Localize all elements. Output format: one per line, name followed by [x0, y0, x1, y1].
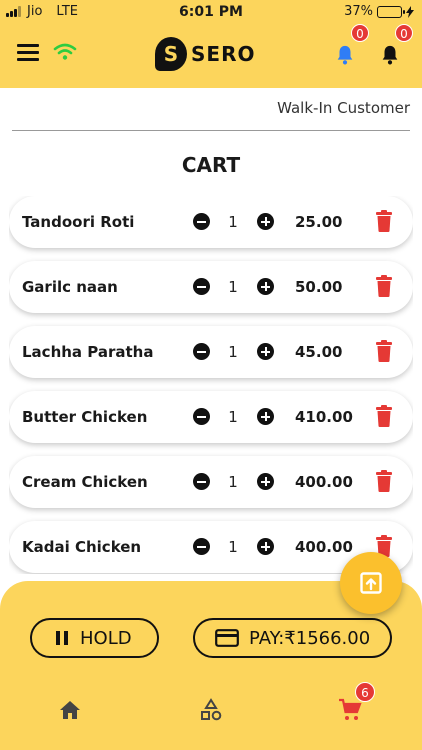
trash-icon[interactable]: [375, 275, 393, 297]
item-price: 410.00: [295, 408, 353, 426]
increase-qty-button[interactable]: [257, 473, 274, 490]
decrease-qty-button[interactable]: [193, 278, 210, 295]
hamburger-icon: [17, 44, 39, 47]
trash-icon[interactable]: [375, 340, 393, 362]
hold-button[interactable]: HOLD: [30, 618, 159, 658]
notification-badge: 0: [351, 24, 369, 42]
alerts-button[interactable]: 0: [379, 24, 413, 70]
increase-qty-button[interactable]: [257, 213, 274, 230]
home-icon[interactable]: [58, 698, 82, 722]
open-in-icon: [360, 572, 382, 594]
logo-mark: S: [155, 37, 187, 71]
trash-icon[interactable]: [375, 210, 393, 232]
cart-item: Garilc naan 1 50.00: [9, 261, 413, 313]
top-app-bar: Jio LTE 6:01 PM 37% S SERO 0 0: [0, 0, 422, 88]
cart-title: CART: [181, 153, 241, 177]
notifications-button[interactable]: 0: [334, 24, 369, 70]
item-name: Lachha Paratha: [22, 343, 154, 361]
cart-list[interactable]: Tandoori Roti 1 25.00 Garilc naan 1 50.0…: [9, 196, 413, 574]
bell-icon-blue: [337, 45, 353, 65]
item-qty: 1: [228, 278, 238, 296]
decrease-qty-button[interactable]: [193, 343, 210, 360]
charging-icon: [406, 5, 414, 18]
alert-badge: 0: [395, 24, 413, 42]
bottom-nav: 6: [0, 680, 422, 750]
item-price: 50.00: [295, 278, 343, 296]
categories-icon[interactable]: [199, 698, 223, 722]
hold-label: HOLD: [80, 627, 132, 649]
item-name: Garilc naan: [22, 278, 118, 296]
battery-percent: 37%: [344, 4, 373, 19]
cart-icon: [339, 698, 362, 720]
item-price: 400.00: [295, 473, 353, 491]
battery-icon: [377, 5, 405, 18]
logo-text: SERO: [191, 42, 256, 66]
pause-icon: [56, 631, 68, 645]
cart-item: Tandoori Roti 1 25.00: [9, 196, 413, 248]
item-qty: 1: [228, 343, 238, 361]
decrease-qty-button[interactable]: [193, 473, 210, 490]
decrease-qty-button[interactable]: [193, 538, 210, 555]
cart-nav-button[interactable]: 6: [338, 682, 375, 724]
pay-button[interactable]: PAY:₹1566.00: [193, 618, 392, 658]
increase-qty-button[interactable]: [257, 538, 274, 555]
menu-button[interactable]: [17, 44, 39, 62]
item-qty: 1: [228, 538, 238, 556]
cart-item: Cream Chicken 1 400.00: [9, 456, 413, 508]
item-qty: 1: [228, 473, 238, 491]
increase-qty-button[interactable]: [257, 343, 274, 360]
decrease-qty-button[interactable]: [193, 213, 210, 230]
open-drawer-fab[interactable]: [340, 552, 402, 614]
status-bar: Jio LTE 6:01 PM 37%: [0, 0, 422, 24]
item-price: 400.00: [295, 538, 353, 556]
wifi-icon: [53, 43, 77, 60]
item-name: Cream Chicken: [22, 473, 148, 491]
item-name: Tandoori Roti: [22, 213, 135, 231]
item-qty: 1: [228, 408, 238, 426]
item-qty: 1: [228, 213, 238, 231]
trash-icon[interactable]: [375, 470, 393, 492]
sero-logo: S SERO: [155, 37, 255, 71]
divider: [12, 130, 410, 131]
item-name: Butter Chicken: [22, 408, 148, 426]
trash-icon[interactable]: [375, 405, 393, 427]
increase-qty-button[interactable]: [257, 408, 274, 425]
cart-item: Butter Chicken 1 410.00: [9, 391, 413, 443]
increase-qty-button[interactable]: [257, 278, 274, 295]
cart-item: Lachha Paratha 1 45.00: [9, 326, 413, 378]
credit-card-icon: [215, 629, 239, 647]
item-name: Kadai Chicken: [22, 538, 142, 556]
bell-icon: [382, 45, 398, 65]
cart-count-badge: 6: [355, 682, 375, 702]
customer-name[interactable]: Walk-In Customer: [277, 99, 410, 117]
item-price: 25.00: [295, 213, 343, 231]
pay-label: PAY:₹1566.00: [249, 627, 371, 649]
item-price: 45.00: [295, 343, 343, 361]
decrease-qty-button[interactable]: [193, 408, 210, 425]
